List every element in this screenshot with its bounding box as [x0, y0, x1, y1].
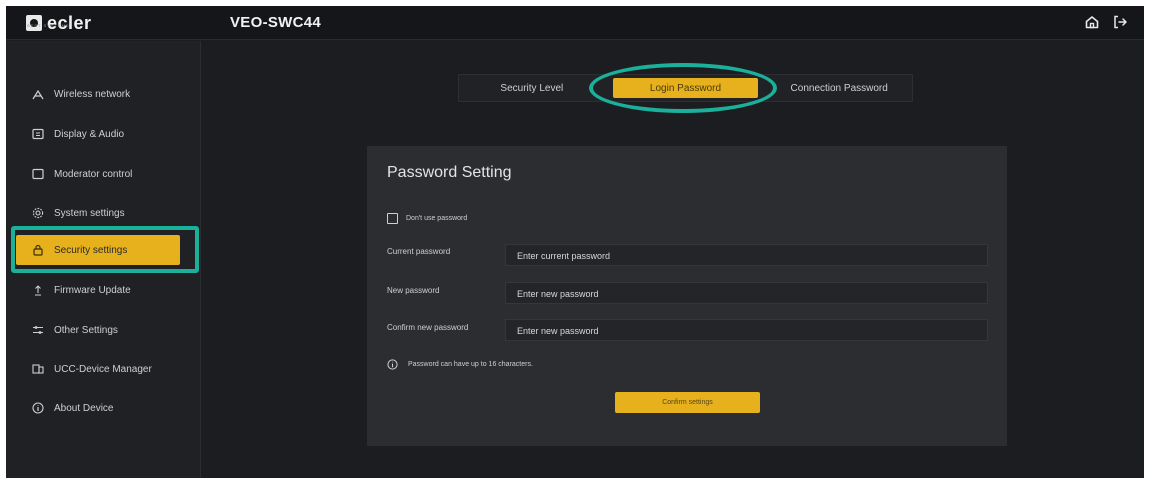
- sidebar-item-label: Wireless network: [54, 88, 131, 100]
- sidebar-item-label: Other Settings: [54, 324, 118, 336]
- gear-icon: [32, 207, 44, 219]
- sidebar-item-label: UCC-Device Manager: [54, 363, 152, 375]
- tab-security-level[interactable]: Security Level: [459, 75, 605, 101]
- panel-title: Password Setting: [387, 164, 512, 181]
- sidebar-item-label: Display & Audio: [54, 128, 125, 140]
- new-password-label: New password: [387, 286, 440, 295]
- sidebar-item-moderator-control[interactable]: Moderator control: [16, 159, 180, 189]
- top-bar: ecler BEST SYSTEMS VEO-SWC44: [6, 6, 1144, 40]
- tab-connection-password[interactable]: Connection Password: [766, 75, 912, 101]
- home-icon[interactable]: [1084, 14, 1100, 30]
- password-info-text: Password can have up to 16 characters.: [408, 361, 533, 368]
- logo-subtitle: BEST SYSTEMS: [27, 23, 70, 28]
- sidebar-item-display-audio[interactable]: Display & Audio: [16, 119, 180, 149]
- sidebar-item-about-device[interactable]: About Device: [16, 393, 180, 423]
- new-password-field[interactable]: Enter new password: [505, 282, 988, 304]
- wireless-network-icon: [32, 88, 44, 100]
- dont-use-password-label: Don't use password: [406, 215, 468, 222]
- device-manager-icon: [32, 363, 44, 375]
- current-password-label: Current password: [387, 247, 451, 256]
- confirm-settings-button[interactable]: Confirm settings: [615, 392, 760, 413]
- info-icon: [32, 402, 44, 414]
- display-audio-icon: [32, 128, 44, 140]
- dont-use-password-checkbox[interactable]: [387, 213, 398, 224]
- password-setting-panel: Password Setting Don't use password Curr…: [367, 146, 1007, 446]
- confirm-password-field[interactable]: Enter new password: [505, 319, 988, 341]
- current-password-field[interactable]: Enter current password: [505, 244, 988, 266]
- sidebar-item-label: Moderator control: [54, 168, 133, 180]
- sliders-icon: [32, 324, 44, 336]
- firmware-update-icon: [32, 284, 44, 296]
- moderator-control-icon: [32, 168, 44, 180]
- sidebar-item-label: System settings: [54, 207, 125, 219]
- dont-use-password-row: Don't use password: [387, 213, 467, 224]
- login-password-highlight: [589, 63, 777, 113]
- device-title: VEO-SWC44: [230, 14, 322, 31]
- sidebar-item-label: Firmware Update: [54, 284, 131, 296]
- app-window: ecler BEST SYSTEMS VEO-SWC44 Wireless ne…: [6, 6, 1144, 478]
- confirm-password-label: Confirm new password: [387, 323, 469, 332]
- logout-icon[interactable]: [1112, 14, 1128, 30]
- sidebar-item-system-settings[interactable]: System settings: [16, 198, 180, 228]
- sidebar-item-firmware-update[interactable]: Firmware Update: [16, 275, 180, 305]
- info-icon: [387, 359, 398, 370]
- sidebar-item-label: About Device: [54, 402, 114, 414]
- sidebar-item-wireless-network[interactable]: Wireless network: [16, 79, 180, 109]
- sidebar-item-ucc-device-manager[interactable]: UCC-Device Manager: [16, 354, 180, 384]
- top-actions: [1084, 14, 1128, 30]
- sidebar-item-other-settings[interactable]: Other Settings: [16, 315, 180, 345]
- password-info-row: Password can have up to 16 characters.: [387, 359, 533, 370]
- security-settings-highlight: [11, 226, 199, 273]
